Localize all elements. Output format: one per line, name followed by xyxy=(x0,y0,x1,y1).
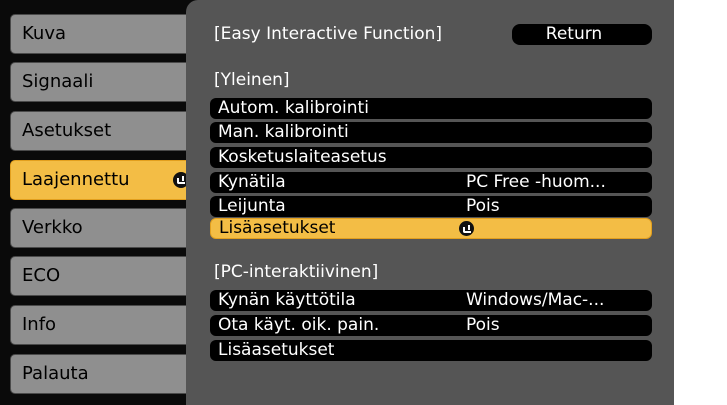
setting-row-kynan-kayttotila[interactable]: Kynän käyttötila Windows/Mac-... xyxy=(210,290,652,311)
return-button[interactable]: Return xyxy=(512,24,652,45)
menu-item-label: ECO xyxy=(22,265,61,286)
menu-item-label: Info xyxy=(22,314,57,335)
menu-item-label: Verkko xyxy=(22,217,83,238)
settings-panel: [Easy Interactive Function] Return [Ylei… xyxy=(186,0,674,405)
setting-row-lisaasetukset-selected[interactable]: Lisäasetukset xyxy=(210,218,652,239)
setting-label: Kynätila xyxy=(218,172,286,192)
section-heading-yleinen: [Yleinen] xyxy=(214,70,290,90)
setting-row-ota-kayt-oik-pain[interactable]: Ota käyt. oik. pain. Pois xyxy=(210,315,652,336)
setting-value: Pois xyxy=(466,315,500,335)
setting-label: Man. kalibrointi xyxy=(218,122,349,142)
setting-value: Pois xyxy=(466,196,500,216)
menu-item-palauta[interactable]: Palauta xyxy=(10,354,200,394)
menu-item-verkko[interactable]: Verkko xyxy=(10,208,200,248)
setting-label: Autom. kalibrointi xyxy=(218,98,369,118)
setting-label: Lisäasetukset xyxy=(218,340,335,360)
setting-value: Windows/Mac-... xyxy=(466,290,605,310)
setting-row-kosketuslaiteasetus[interactable]: Kosketuslaiteasetus xyxy=(210,147,652,168)
menu-item-label: Asetukset xyxy=(22,120,112,141)
section-heading-pc-interaktiivinen: [PC-interaktiivinen] xyxy=(214,262,379,282)
menu-item-signaali[interactable]: Signaali xyxy=(10,62,200,102)
menu-item-label: Signaali xyxy=(22,71,94,92)
setting-label: Kynän käyttötila xyxy=(218,290,356,310)
panel-title: [Easy Interactive Function] xyxy=(214,24,443,44)
setting-row-man-kalibrointi[interactable]: Man. kalibrointi xyxy=(210,122,652,143)
menu-item-laajennettu[interactable]: Laajennettu xyxy=(10,160,200,200)
enter-icon xyxy=(459,221,474,236)
setting-label: Leijunta xyxy=(218,196,286,216)
main-menu: Kuva Signaali Asetukset Laajennettu Verk… xyxy=(0,0,205,405)
menu-item-eco[interactable]: ECO xyxy=(10,256,200,296)
menu-item-kuva[interactable]: Kuva xyxy=(10,14,200,54)
setting-row-kynatila[interactable]: Kynätila PC Free -huom... xyxy=(210,172,652,193)
setting-label: Lisäasetukset xyxy=(219,218,336,238)
menu-item-info[interactable]: Info xyxy=(10,305,200,345)
setting-row-lisaasetukset[interactable]: Lisäasetukset xyxy=(210,340,652,361)
setting-value: PC Free -huom... xyxy=(466,172,606,192)
menu-item-asetukset[interactable]: Asetukset xyxy=(10,111,200,151)
menu-item-label: Kuva xyxy=(22,23,66,44)
menu-item-label: Palauta xyxy=(22,363,89,384)
menu-item-label: Laajennettu xyxy=(22,169,130,190)
setting-label: Kosketuslaiteasetus xyxy=(218,147,387,167)
setting-row-leijunta[interactable]: Leijunta Pois xyxy=(210,196,652,217)
setting-row-autom-kalibrointi[interactable]: Autom. kalibrointi xyxy=(210,98,652,119)
setting-label: Ota käyt. oik. pain. xyxy=(218,315,380,335)
